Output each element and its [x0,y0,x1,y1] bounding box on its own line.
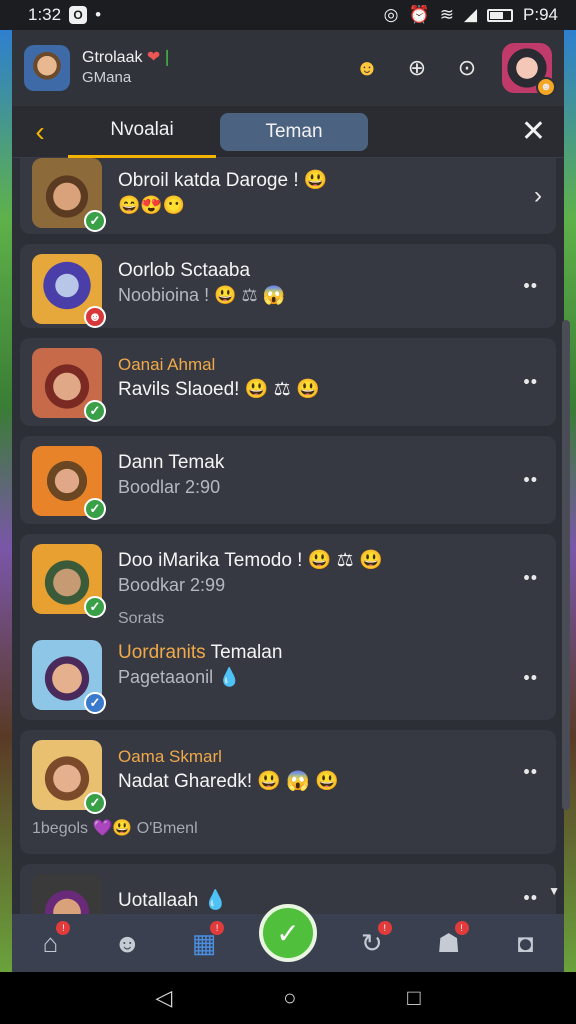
chat-title: Oorlob Sctaaba [118,260,251,281]
battery-icon [487,8,514,22]
signal-icon: ◢ [463,5,478,24]
confirm-button[interactable]: ✓ [258,904,317,962]
globe-icon[interactable]: ⊕ [402,55,432,81]
refresh-icon[interactable]: ↻! [350,921,394,965]
chat-title: Uotallaah 💧 [118,890,228,911]
chat-tag: Oanai Ahmal [118,355,216,374]
wifi-icon: ≋ [439,5,454,24]
list-item[interactable]: ✓ Dann Temak Boodlar 2:90 •• [20,436,556,524]
chat-tag: Oama Skmarl [118,747,222,766]
more-icon[interactable]: •• [523,668,538,689]
more-icon[interactable]: •• [523,762,538,783]
alarm-icon: ⏰ [408,5,430,24]
person-icon[interactable]: ☻ [105,921,149,965]
chat-subtitle: Boodkar 2:99 [118,575,226,595]
chat-subtitle: Pagetaaonil 💧 [118,667,241,687]
list-item[interactable]: ✓ Obroil katda Daroge ! 😃 😄😍😶 › [20,158,556,234]
status-right-text: P:94 [523,5,558,24]
list-item[interactable]: ✓ Oanai Ahmal Ravils Slaoed! 😃 ⚖ 😃 •• [20,338,556,426]
vibrate-icon: ◎ [383,5,399,24]
chat-avatar: ☻ [32,254,106,328]
chat-avatar: ✓ [32,348,106,422]
list-item[interactable]: ✓ Doo iMarika Temodo ! 😃 ⚖ 😃 Boodkar 2:9… [20,534,556,720]
recents-square-icon[interactable]: □ [407,985,420,1011]
chat-subtitle: 😄😍😶 [118,195,186,215]
calendar-icon[interactable]: ▦! [182,921,226,965]
tab-teman[interactable]: Teman [220,112,368,151]
more-icon[interactable]: •• [523,372,538,393]
chat-subtitle: Noobioina ! 😃 ⚖ 😱 [118,285,286,305]
status-icon: ☻ [84,306,106,328]
chat-title: Nadat Gharedk! 😃 😱 😃 [118,771,339,792]
scroll-down-icon[interactable]: ▼ [548,884,560,898]
badge-icon: ☻ [536,77,556,97]
more-icon[interactable]: •• [523,888,538,909]
chat-subtitle: Boodlar 2:90 [118,477,221,497]
notification-icon: O [69,6,88,24]
android-nav-bar: ◁ ○ □ [0,972,576,1024]
list-item[interactable]: ✓ Oama Skmarl Nadat Gharedk! 😃 😱 😃 1bego… [20,730,556,854]
check-icon: ✓ [84,400,106,422]
user-info: Gtrolaak ❤❘ GMana [82,48,174,88]
status-bar: 1:32 O • ◎ ⏰ ≋ ◢ P:94 [0,0,576,30]
chevron-right-icon[interactable]: › [534,182,542,210]
settings-icon[interactable]: ◘ [503,921,547,965]
tab-nvoalai[interactable]: Nvoalai [68,106,216,158]
list-item[interactable]: ✓ Uordranits Temalan Pagetaaonil 💧 [32,640,283,714]
chat-panel: Gtrolaak ❤❘ GMana ☻ ⊕ ⊙ ☻ ‹ Nvoalai Tema… [12,30,564,972]
more-icon[interactable]: •• [523,568,538,589]
chat-title: Obroil katda Daroge ! 😃 [118,170,328,191]
tabs-row: ‹ Nvoalai Teman ✕ [12,106,564,158]
chat-title: Doo iMarika Temodo ! 😃 ⚖ 😃 [118,550,383,571]
check-icon: ✓ [84,792,106,814]
back-triangle-icon[interactable]: ◁ [155,985,172,1011]
chat-avatar: ✓ [32,544,106,618]
profile-avatar[interactable]: ☻ [502,43,556,97]
nav-badge: ! [454,921,469,935]
smile-icon[interactable]: ☻ [352,55,382,81]
circle-icon[interactable]: ⊙ [452,55,482,81]
dot-icon: • [95,5,102,24]
chat-title: Dann Temak [118,452,225,473]
home-circle-icon[interactable]: ○ [283,985,296,1011]
nav-badge: ! [377,921,392,935]
user-avatar[interactable] [24,45,70,91]
chat-extra: 1begols 💜😃 O'Bmenl [32,820,198,837]
chat-avatar: ✓ [32,640,106,714]
close-icon[interactable]: ✕ [521,114,546,149]
user-name: Gtrolaak ❤❘ [82,49,174,66]
back-icon[interactable]: ‹ [12,116,68,148]
chat-list: ✓ Obroil katda Daroge ! 😃 😄😍😶 › ☻ Oorlob… [12,158,564,948]
chat-title: Ravils Slaoed! 😃 ⚖ 😃 [118,379,320,400]
more-icon[interactable]: •• [523,470,538,491]
status-time: 1:32 [28,5,62,24]
check-icon: ✓ [84,596,106,618]
more-icon[interactable]: •• [523,276,538,297]
list-item[interactable]: ☻ Oorlob Sctaaba Noobioina ! 😃 ⚖ 😱 •• [20,244,556,328]
group-icon[interactable]: ☗! [427,921,471,965]
bottom-nav: ⌂! ☻ ▦! ✓ ↻! ☗! ◘ [12,904,564,972]
nav-badge: ! [56,921,71,935]
home-icon[interactable]: ⌂! [28,921,72,965]
check-icon: ✓ [84,498,106,520]
user-sub: GMana [82,69,132,86]
chat-avatar: ✓ [32,158,106,232]
chat-extra: Sorats [118,610,165,627]
nav-badge: ! [210,921,225,935]
chat-avatar: ✓ [32,740,106,814]
check-icon: ✓ [84,692,106,714]
header: Gtrolaak ❤❘ GMana ☻ ⊕ ⊙ ☻ [12,30,564,106]
chat-avatar: ✓ [32,446,106,520]
check-icon: ✓ [84,210,106,232]
chat-title: Uordranits Temalan [118,642,283,663]
scrollbar[interactable] [562,320,570,810]
